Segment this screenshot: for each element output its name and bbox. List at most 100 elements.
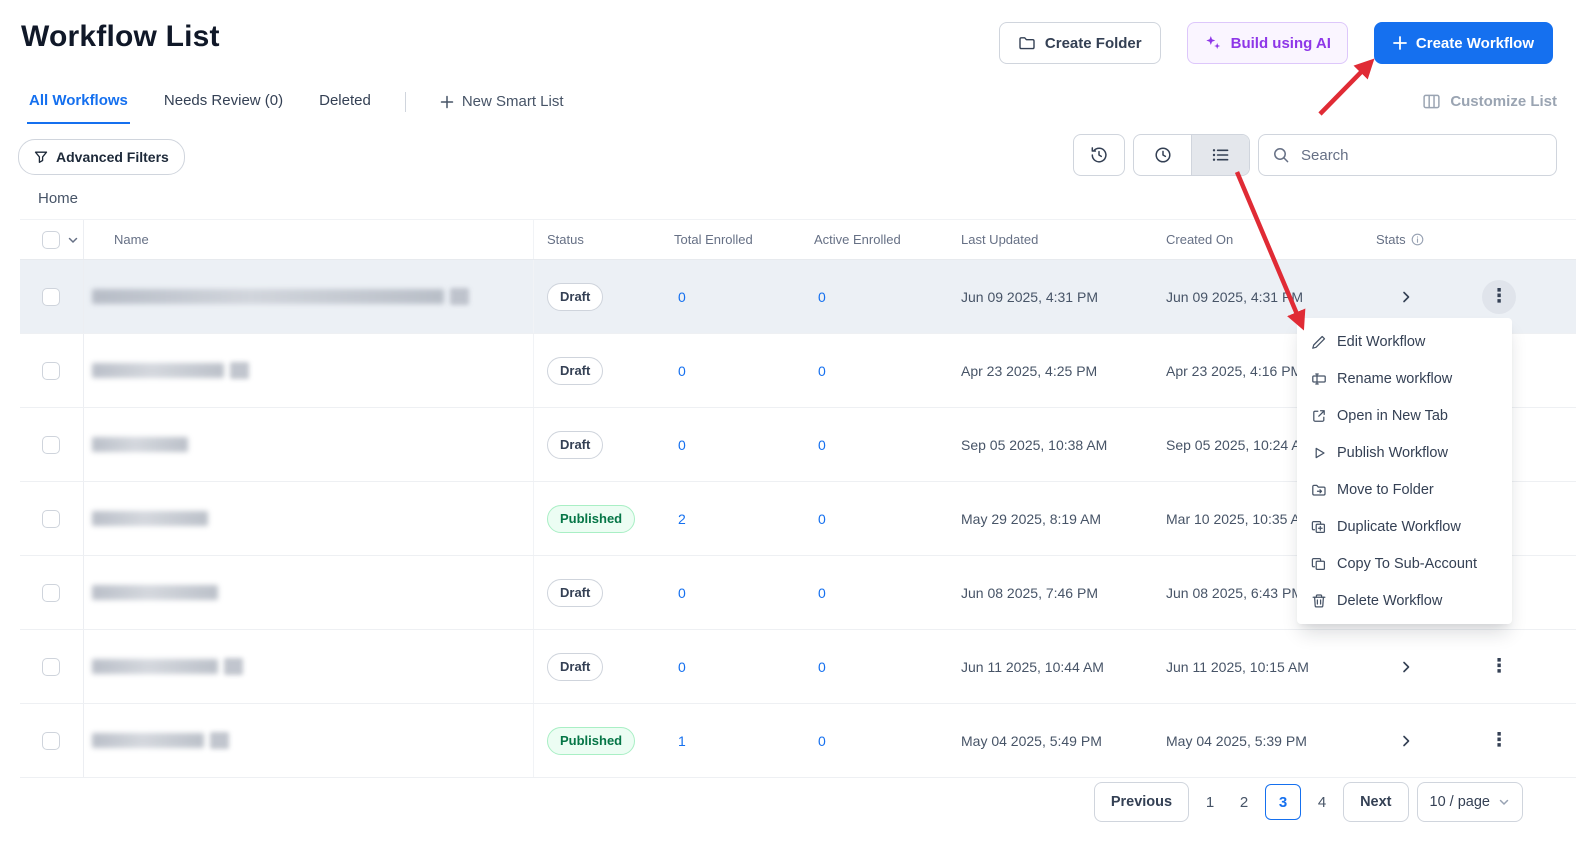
kebab-icon: ⋮ bbox=[1489, 286, 1509, 307]
clock-icon bbox=[1153, 145, 1173, 165]
row-menu-button[interactable]: ⋮ bbox=[1482, 279, 1516, 314]
status-badge: Published bbox=[547, 504, 636, 533]
menu-item-delete-workflow[interactable]: Delete Workflow bbox=[1297, 582, 1512, 619]
folder-move-icon bbox=[1311, 482, 1327, 498]
history-button[interactable] bbox=[1073, 134, 1125, 176]
table-row[interactable]: Draft 0 0 Jun 11 2025, 10:44 AM Jun 11 2… bbox=[20, 630, 1576, 704]
total-enrolled-link[interactable]: 2 bbox=[678, 511, 686, 527]
select-all-checkbox[interactable] bbox=[42, 230, 60, 249]
workflow-name[interactable] bbox=[84, 704, 534, 777]
search-box bbox=[1258, 134, 1557, 176]
list-view-button[interactable] bbox=[1191, 135, 1249, 175]
total-enrolled-link[interactable]: 0 bbox=[678, 289, 686, 305]
create-folder-button[interactable]: Create Folder bbox=[998, 22, 1161, 64]
status-badge: Draft bbox=[547, 652, 604, 681]
tab-all-workflows[interactable]: All Workflows bbox=[27, 86, 130, 124]
customize-list-label: Customize List bbox=[1450, 93, 1557, 110]
status-badge: Published bbox=[547, 726, 636, 755]
info-icon[interactable] bbox=[1411, 233, 1424, 246]
active-enrolled-link[interactable]: 0 bbox=[818, 363, 826, 379]
total-enrolled-link[interactable]: 0 bbox=[678, 585, 686, 601]
workflow-name[interactable] bbox=[84, 630, 534, 703]
redacted-name bbox=[92, 659, 218, 674]
chevron-down-icon[interactable] bbox=[67, 234, 79, 246]
page-number-1[interactable]: 1 bbox=[1197, 785, 1223, 819]
menu-item-copy-to-sub-account[interactable]: Copy To Sub-Account bbox=[1297, 545, 1512, 582]
search-input[interactable] bbox=[1299, 145, 1543, 165]
table-row[interactable]: Published 1 0 May 04 2025, 5:49 PM May 0… bbox=[20, 704, 1576, 778]
advanced-filters-label: Advanced Filters bbox=[56, 149, 169, 165]
page-size-select[interactable]: 10 / page bbox=[1416, 782, 1523, 822]
menu-item-edit-workflow[interactable]: Edit Workflow bbox=[1297, 323, 1512, 360]
workflow-name[interactable] bbox=[84, 482, 534, 555]
customize-list-button[interactable]: Customize List bbox=[1422, 92, 1557, 111]
active-enrolled-link[interactable]: 0 bbox=[818, 585, 826, 601]
previous-page-button[interactable]: Previous bbox=[1093, 782, 1190, 822]
redacted-name bbox=[92, 363, 224, 378]
column-name: Name bbox=[84, 220, 534, 259]
breadcrumb[interactable]: Home bbox=[38, 190, 78, 207]
build-using-ai-button[interactable]: Build using AI bbox=[1186, 22, 1348, 64]
menu-item-move-to-folder[interactable]: Move to Folder bbox=[1297, 471, 1512, 508]
workflow-name[interactable] bbox=[84, 408, 534, 481]
row-checkbox[interactable] bbox=[42, 361, 60, 380]
tab-needs-review[interactable]: Needs Review (0) bbox=[162, 86, 285, 124]
row-menu-button[interactable]: ⋮ bbox=[1482, 724, 1516, 758]
row-checkbox[interactable] bbox=[42, 731, 60, 750]
next-page-button[interactable]: Next bbox=[1343, 782, 1409, 822]
active-enrolled-link[interactable]: 0 bbox=[818, 511, 826, 527]
active-enrolled-link[interactable]: 0 bbox=[818, 289, 826, 305]
view-mode-toggle bbox=[1133, 134, 1250, 176]
page-number-3[interactable]: 3 bbox=[1265, 784, 1302, 820]
kebab-icon: ⋮ bbox=[1489, 656, 1509, 677]
columns-icon bbox=[1422, 92, 1441, 111]
create-workflow-label: Create Workflow bbox=[1415, 34, 1534, 52]
row-checkbox[interactable] bbox=[42, 509, 60, 528]
stats-expand-chevron[interactable] bbox=[1398, 289, 1414, 305]
row-checkbox[interactable] bbox=[42, 657, 60, 676]
active-enrolled-link[interactable]: 0 bbox=[818, 659, 826, 675]
build-using-ai-label: Build using AI bbox=[1230, 34, 1331, 52]
menu-item-publish-workflow[interactable]: Publish Workflow bbox=[1297, 434, 1512, 471]
column-active-enrolled: Active Enrolled bbox=[814, 232, 901, 247]
redacted-emoji bbox=[230, 362, 249, 379]
total-enrolled-link[interactable]: 0 bbox=[678, 363, 686, 379]
stats-expand-chevron[interactable] bbox=[1398, 659, 1414, 675]
external-link-icon bbox=[1311, 408, 1327, 424]
row-menu-button[interactable]: ⋮ bbox=[1482, 650, 1516, 684]
workflow-list-page: Workflow List Create Folder Build using … bbox=[0, 0, 1596, 858]
last-updated-value: Jun 11 2025, 10:44 AM bbox=[961, 658, 1104, 675]
row-checkbox[interactable] bbox=[42, 583, 60, 602]
status-badge: Draft bbox=[547, 578, 604, 607]
create-workflow-button[interactable]: Create Workflow bbox=[1373, 22, 1553, 64]
menu-item-rename-workflow[interactable]: Rename workflow bbox=[1297, 360, 1512, 397]
redacted-emoji bbox=[224, 658, 243, 675]
copy-icon bbox=[1311, 556, 1327, 572]
tab-bar: All Workflows Needs Review (0) Deleted N… bbox=[27, 86, 566, 124]
active-enrolled-link[interactable]: 0 bbox=[818, 733, 826, 749]
workflow-name[interactable] bbox=[84, 260, 534, 333]
tab-deleted[interactable]: Deleted bbox=[317, 86, 373, 124]
page-number-4[interactable]: 4 bbox=[1309, 785, 1335, 819]
duplicate-icon bbox=[1311, 519, 1327, 535]
active-enrolled-link[interactable]: 0 bbox=[818, 437, 826, 453]
table-header: Name Status Total Enrolled Active Enroll… bbox=[20, 219, 1576, 260]
row-checkbox[interactable] bbox=[42, 435, 60, 454]
total-enrolled-link[interactable]: 1 bbox=[678, 733, 686, 749]
total-enrolled-link[interactable]: 0 bbox=[678, 437, 686, 453]
page-number-2[interactable]: 2 bbox=[1231, 785, 1257, 819]
stats-expand-chevron[interactable] bbox=[1398, 733, 1414, 749]
status-badge: Draft bbox=[547, 430, 604, 459]
new-smart-list-button[interactable]: New Smart List bbox=[438, 86, 566, 124]
advanced-filters-button[interactable]: Advanced Filters bbox=[18, 139, 185, 175]
trash-icon bbox=[1311, 593, 1327, 609]
recent-view-button[interactable] bbox=[1134, 135, 1191, 175]
total-enrolled-link[interactable]: 0 bbox=[678, 659, 686, 675]
row-checkbox[interactable] bbox=[42, 287, 60, 306]
redacted-name bbox=[92, 511, 208, 526]
column-last-updated: Last Updated bbox=[961, 232, 1039, 247]
menu-item-open-new-tab[interactable]: Open in New Tab bbox=[1297, 397, 1512, 434]
workflow-name[interactable] bbox=[84, 556, 534, 629]
menu-item-duplicate-workflow[interactable]: Duplicate Workflow bbox=[1297, 508, 1512, 545]
workflow-name[interactable] bbox=[84, 334, 534, 407]
